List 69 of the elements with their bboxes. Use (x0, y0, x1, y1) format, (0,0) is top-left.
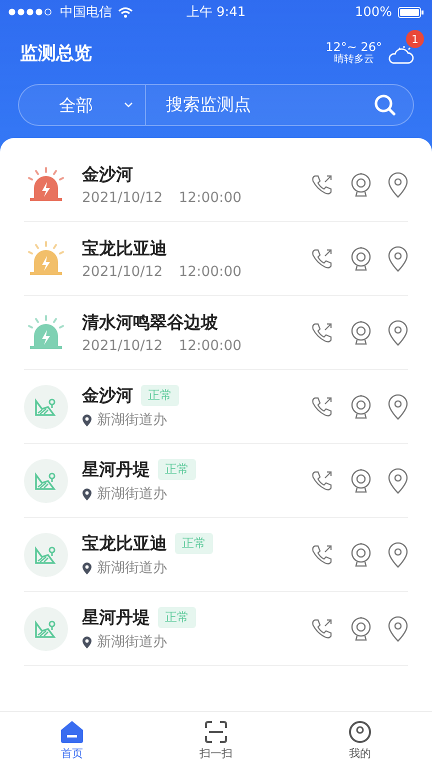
battery-icon (398, 6, 424, 18)
map-pin-icon[interactable] (388, 394, 408, 420)
camera-icon[interactable] (350, 320, 372, 346)
temperature-range: 12°~ 26° (326, 40, 382, 54)
weather-description: 晴转多云 (334, 54, 374, 66)
phone-call-icon[interactable] (310, 172, 334, 196)
slope-icon (24, 384, 68, 428)
map-pin-icon[interactable] (388, 542, 408, 568)
location-text: 新湖街道办 (97, 633, 167, 651)
alarm-date: 2021/10/12 (82, 264, 163, 280)
camera-icon[interactable] (350, 172, 372, 198)
page-title: 监测总览 (20, 42, 92, 65)
scan-icon (204, 720, 228, 744)
status-tag: 正常 (141, 385, 179, 406)
alarm-date: 2021/10/12 (82, 338, 163, 354)
station-name: 宝龙比亚迪 (82, 238, 167, 260)
map-pin-icon[interactable] (388, 246, 408, 272)
camera-icon[interactable] (350, 616, 372, 642)
slope-icon (24, 458, 68, 502)
camera-icon[interactable] (350, 468, 372, 494)
status-tag: 正常 (175, 533, 213, 554)
location-pin-icon (82, 562, 92, 574)
map-pin-icon[interactable] (388, 320, 408, 346)
station-name: 宝龙比亚迪 (82, 533, 167, 555)
phone-call-icon[interactable] (310, 246, 334, 270)
phone-call-icon[interactable] (310, 394, 334, 418)
camera-icon[interactable] (350, 542, 372, 568)
search-icon[interactable] (374, 94, 396, 116)
alarm-time: 12:00:00 (178, 264, 242, 280)
station-name: 金沙河 (82, 164, 133, 186)
carrier-name: 中国电信 (60, 4, 112, 21)
phone-call-icon[interactable] (310, 542, 334, 566)
map-pin-icon[interactable] (388, 616, 408, 642)
alarm-time: 12:00:00 (178, 190, 242, 206)
signal-icon (8, 8, 54, 16)
alarm-date: 2021/10/12 (82, 190, 163, 206)
status-tag: 正常 (158, 459, 196, 480)
wifi-icon (118, 6, 133, 18)
map-pin-icon[interactable] (388, 172, 408, 198)
tab-bar-item[interactable]: 我的 (288, 712, 432, 768)
status-time: 上午 9:41 (186, 4, 246, 21)
tab-bar-item[interactable]: 首页 (0, 712, 144, 768)
camera-icon[interactable] (350, 246, 372, 272)
phone-call-icon[interactable] (310, 320, 334, 344)
battery-percent: 100% (354, 4, 392, 20)
phone-call-icon[interactable] (310, 616, 334, 640)
station-name: 清水河鸣翠谷边坡 (82, 312, 218, 334)
profile-icon (348, 720, 372, 744)
notification-badge: 1 (406, 30, 424, 48)
location-text: 新湖街道办 (97, 559, 167, 577)
alarm-time: 12:00:00 (178, 338, 242, 354)
phone-call-icon[interactable] (310, 468, 334, 492)
station-name: 金沙河 (82, 385, 133, 407)
camera-icon[interactable] (350, 394, 372, 420)
location-pin-icon (82, 414, 92, 426)
slope-icon (24, 532, 68, 576)
tab-bar-item[interactable]: 扫一扫 (144, 712, 288, 768)
slope-icon (24, 606, 68, 650)
map-pin-icon[interactable] (388, 468, 408, 494)
home-icon (60, 720, 84, 744)
chevron-down-icon (124, 102, 133, 108)
status-tag: 正常 (158, 607, 196, 628)
location-pin-icon (82, 636, 92, 648)
filter-dropdown[interactable]: 全部 (18, 84, 146, 126)
station-name: 星河丹堤 (82, 607, 150, 629)
station-name: 星河丹堤 (82, 459, 150, 481)
location-text: 新湖街道办 (97, 411, 167, 429)
location-pin-icon (82, 488, 92, 500)
location-text: 新湖街道办 (97, 485, 167, 503)
